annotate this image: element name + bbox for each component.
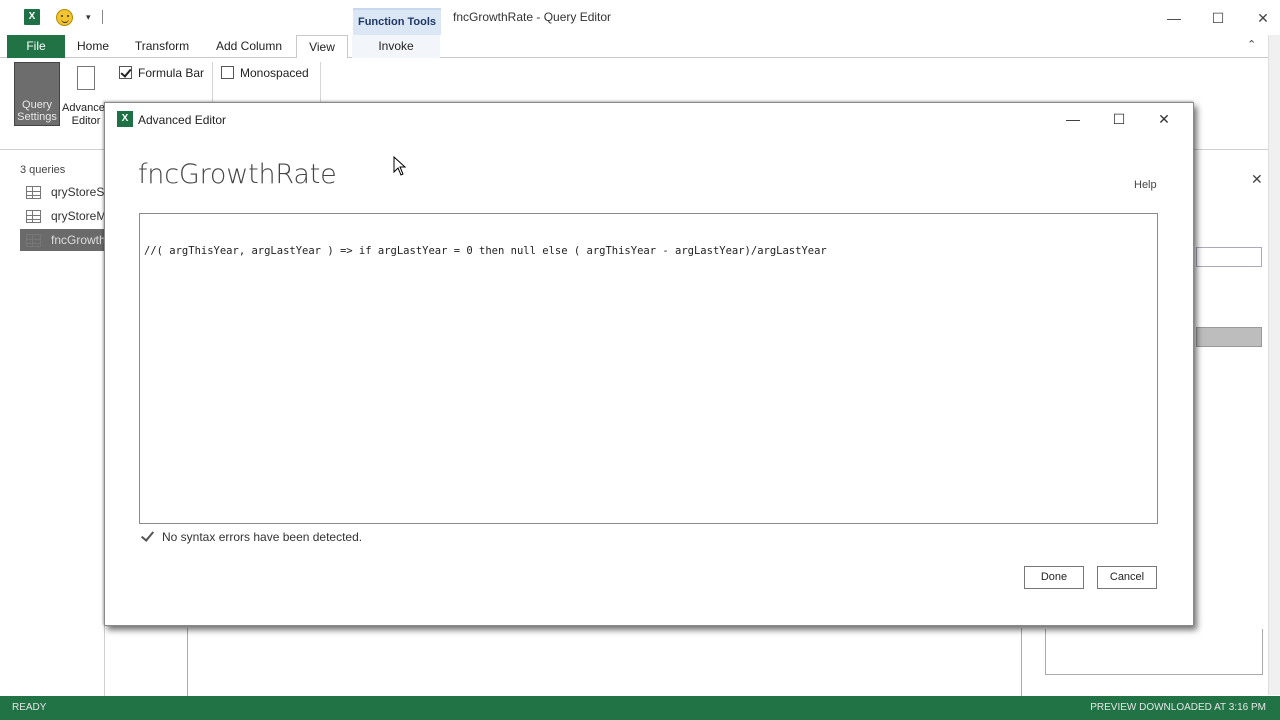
function-tools-contextual-group: Function Tools: [353, 8, 441, 35]
code-line: //( argThisYear, argLastYear ) => if arg…: [144, 245, 827, 257]
advanced-editor-dialog: X Advanced Editor — ☐ ✕ fncGrowthRate He…: [104, 102, 1194, 626]
status-preview-downloaded: PREVIEW DOWNLOADED AT 3:16 PM: [1090, 702, 1266, 713]
queries-pane: 3 queries qryStoreSales qryStoreM... fnc…: [0, 150, 105, 696]
excel-app-icon: X: [117, 111, 133, 127]
tab-transform[interactable]: Transform: [128, 35, 196, 58]
grid-divider: [187, 628, 188, 696]
checkbox-unchecked-icon: [221, 66, 234, 80]
query-item-label: qryStoreSales: [51, 185, 105, 199]
status-bar: READY PREVIEW DOWNLOADED AT 3:16 PM: [0, 696, 1280, 720]
quick-access-separator: [102, 10, 103, 24]
query-item-label: fncGrowth...: [51, 233, 105, 247]
tab-invoke[interactable]: Invoke: [352, 35, 440, 58]
checkbox-checked-icon: [119, 66, 132, 80]
tab-file[interactable]: File: [7, 35, 65, 58]
query-item[interactable]: qryStoreM...: [20, 205, 105, 227]
syntax-status: No syntax errors have been detected.: [162, 530, 363, 544]
window-maximize-button[interactable]: ☐: [1208, 8, 1228, 28]
query-item-label: qryStoreM...: [51, 209, 105, 223]
window-title: fncGrowthRate - Query Editor: [453, 10, 612, 24]
formula-bar-checkbox[interactable]: Formula Bar: [119, 66, 204, 82]
title-bar: X ▾ Function Tools fncGrowthRate - Query…: [0, 0, 1280, 35]
applied-step-item[interactable]: [1196, 327, 1262, 347]
query-settings-label: Query Settings: [17, 99, 57, 123]
query-name-heading: fncGrowthRate: [138, 159, 337, 190]
dialog-minimize-button[interactable]: —: [1062, 109, 1084, 129]
dialog-close-button[interactable]: ✕: [1153, 109, 1175, 129]
document-icon: [77, 66, 95, 90]
advanced-editor-label: Advanced Editor: [62, 102, 111, 127]
ribbon-separator: [320, 62, 321, 102]
table-icon: [26, 210, 41, 224]
query-item-selected[interactable]: fncGrowth...: [20, 229, 105, 251]
tab-home[interactable]: Home: [70, 35, 116, 58]
queries-count: 3 queries: [20, 164, 66, 176]
table-icon: [26, 186, 41, 200]
excel-app-icon[interactable]: X: [24, 9, 40, 25]
dialog-maximize-button[interactable]: ☐: [1108, 109, 1130, 129]
code-editor[interactable]: //( argThisYear, argLastYear ) => if arg…: [139, 213, 1158, 524]
cancel-button[interactable]: Cancel: [1097, 566, 1157, 589]
help-link[interactable]: Help: [1134, 179, 1157, 191]
query-item[interactable]: qryStoreSales: [20, 181, 105, 203]
query-settings-close-icon[interactable]: ✕: [1251, 171, 1263, 188]
advanced-editor-button[interactable]: Advanced Editor: [62, 62, 111, 127]
window-minimize-button[interactable]: —: [1164, 8, 1184, 28]
checkmark-icon: [140, 529, 154, 543]
dialog-title: Advanced Editor: [138, 113, 227, 127]
function-icon: [26, 234, 41, 248]
ribbon-collapse-icon[interactable]: ⌃: [1247, 38, 1256, 51]
quick-access-dropdown-icon[interactable]: ▾: [86, 12, 96, 22]
status-ready: READY: [12, 702, 47, 713]
smiley-feedback-icon[interactable]: [56, 9, 73, 26]
monospaced-label: Monospaced: [240, 66, 309, 80]
ribbon-scrollbar[interactable]: [1268, 35, 1280, 695]
formula-bar-label: Formula Bar: [138, 66, 205, 80]
monospaced-checkbox[interactable]: Monospaced: [221, 66, 309, 82]
properties-box: [1045, 629, 1263, 675]
mouse-cursor-icon: [393, 156, 407, 176]
window-close-button[interactable]: ✕: [1253, 8, 1273, 28]
tab-view[interactable]: View: [296, 35, 348, 59]
done-button[interactable]: Done: [1024, 566, 1084, 589]
ribbon-tabs: File Home Transform Add Column View Invo…: [0, 35, 1280, 59]
tab-add-column[interactable]: Add Column: [210, 35, 288, 58]
query-settings-button[interactable]: Query Settings: [14, 62, 60, 126]
grid-divider: [1021, 628, 1022, 696]
query-name-field[interactable]: [1196, 247, 1262, 267]
